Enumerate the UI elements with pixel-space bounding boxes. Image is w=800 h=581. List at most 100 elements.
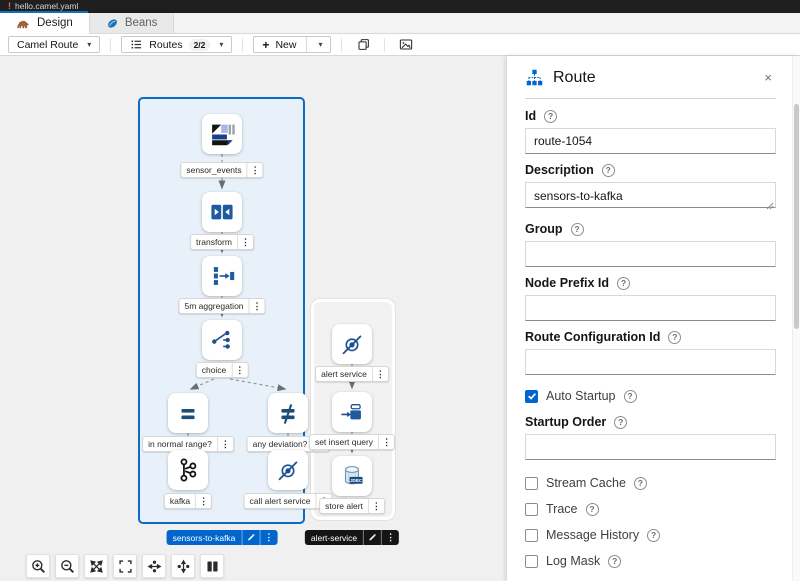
route-configuration-id-input[interactable]	[525, 349, 776, 375]
tab-beans[interactable]: Beans	[90, 13, 175, 33]
new-route-split-button[interactable]: + New ▾	[253, 36, 331, 53]
flow-type-dropdown[interactable]: Camel Route ▾	[8, 36, 100, 53]
vertical-layout-button[interactable]	[171, 554, 195, 578]
node-label-choice[interactable]: choice ⋮	[196, 362, 249, 378]
config-panel: Route × Id? Description? sensors-to-kafk…	[507, 56, 800, 581]
kebab-menu-icon[interactable]: ⋮	[217, 437, 233, 451]
route-list-icon	[130, 38, 143, 51]
kebab-menu-icon[interactable]: ⋮	[372, 367, 388, 381]
checkbox-unchecked-icon[interactable]	[525, 529, 538, 542]
file-tab[interactable]: ! hello.camel.yaml	[0, 0, 88, 13]
toolbar-divider	[242, 38, 243, 52]
tab-design[interactable]: Design	[0, 13, 90, 34]
help-icon[interactable]: ?	[608, 555, 621, 568]
kebab-menu-icon[interactable]: ⋮	[378, 435, 394, 449]
close-icon[interactable]: ×	[760, 69, 776, 86]
node-sensor-events[interactable]	[202, 114, 242, 154]
chevron-down-icon[interactable]: ▾	[318, 40, 322, 49]
checkbox-checked-icon[interactable]	[525, 390, 538, 403]
id-input[interactable]	[525, 128, 776, 154]
kebab-menu-icon[interactable]: ⋮	[247, 163, 263, 177]
node-kafka[interactable]	[168, 450, 208, 490]
export-image-button[interactable]	[395, 36, 417, 53]
zoom-in-button[interactable]	[26, 554, 50, 578]
zoom-in-icon	[30, 558, 47, 575]
help-icon[interactable]: ?	[614, 416, 627, 429]
routes-dropdown[interactable]: Routes 2/2 ▾	[121, 36, 232, 53]
horizontal-layout-button[interactable]	[142, 554, 166, 578]
copy-flow-button[interactable]	[352, 36, 374, 53]
help-icon[interactable]: ?	[544, 110, 557, 123]
checkbox-unchecked-icon[interactable]	[525, 503, 538, 516]
node-label-set-insert-query[interactable]: set insert query ⋮	[309, 434, 395, 450]
kebab-menu-icon[interactable]: ⋮	[237, 235, 253, 249]
checkbox-unchecked-icon[interactable]	[525, 555, 538, 568]
node-choice[interactable]	[202, 320, 242, 360]
panel-title: Route	[553, 69, 596, 87]
help-icon[interactable]: ?	[586, 503, 599, 516]
field-description: Description? sensors-to-kafka	[525, 163, 776, 213]
help-icon[interactable]: ?	[634, 477, 647, 490]
node-label-aggregation[interactable]: 5m aggregation ⋮	[178, 298, 265, 314]
kebab-menu-icon[interactable]: ⋮	[368, 499, 384, 513]
routes-count-badge: 2/2	[189, 39, 211, 51]
field-group: Group?	[525, 222, 776, 267]
startup-order-input[interactable]	[525, 434, 776, 460]
kebab-menu-icon[interactable]: ⋮	[249, 299, 265, 313]
toolbar-divider	[341, 38, 342, 52]
node-label-transform[interactable]: transform ⋮	[190, 234, 254, 250]
description-textarea[interactable]: sensors-to-kafka	[525, 182, 776, 208]
checkbox-stream-cache[interactable]: Stream Cache ?	[525, 476, 776, 490]
resize-grip-icon[interactable]	[766, 202, 774, 210]
zoom-out-button[interactable]	[55, 554, 79, 578]
image-icon	[398, 37, 414, 52]
reset-view-button[interactable]	[113, 554, 137, 578]
scrollbar-thumb[interactable]	[794, 104, 799, 329]
flow-canvas[interactable]: sensor_events ⋮ transform ⋮	[0, 56, 507, 581]
catalog-button[interactable]	[200, 554, 224, 578]
help-icon[interactable]: ?	[617, 277, 630, 290]
view-tabs: Design Beans	[0, 13, 800, 34]
node-call-alert-service[interactable]	[268, 450, 308, 490]
node-label-store-alert[interactable]: store alert ⋮	[319, 498, 385, 514]
help-icon[interactable]: ?	[602, 164, 615, 177]
checkbox-auto-startup[interactable]: Auto Startup ?	[525, 389, 776, 403]
toolbar-divider	[110, 38, 111, 52]
jdbc-database-icon: JDBC	[339, 463, 365, 489]
node-aggregation[interactable]	[202, 256, 242, 296]
route-id-badge-alert-service[interactable]: alert-service ⋮	[305, 530, 399, 545]
help-icon[interactable]: ?	[624, 390, 637, 403]
route-id-badge-sensors-to-kafka[interactable]: sensors-to-kafka ⋮	[167, 530, 278, 545]
canvas-controls	[26, 554, 224, 578]
node-when[interactable]	[168, 393, 208, 433]
help-icon[interactable]: ?	[571, 223, 584, 236]
checkbox-message-history[interactable]: Message History ?	[525, 528, 776, 542]
help-icon[interactable]: ?	[647, 529, 660, 542]
node-transform[interactable]	[202, 192, 242, 232]
checkbox-trace[interactable]: Trace ?	[525, 502, 776, 516]
group-input[interactable]	[525, 241, 776, 267]
fit-to-screen-button[interactable]	[84, 554, 108, 578]
field-route-configuration-id-label: Route Configuration Id	[525, 330, 660, 344]
horizontal-layout-icon	[146, 558, 163, 575]
aggregate-icon	[209, 263, 235, 289]
camel-icon	[16, 18, 31, 29]
node-label-alert-service[interactable]: alert service ⋮	[315, 366, 389, 382]
edit-route-id-button[interactable]	[363, 530, 381, 545]
kebab-menu-icon[interactable]: ⋮	[195, 494, 211, 508]
node-alert-service[interactable]	[332, 324, 372, 364]
edit-route-id-button[interactable]	[241, 530, 259, 545]
help-icon[interactable]: ?	[668, 331, 681, 344]
node-store-alert[interactable]: JDBC	[332, 456, 372, 496]
node-set-insert-query[interactable]	[332, 392, 372, 432]
checkbox-log-mask[interactable]: Log Mask ?	[525, 554, 776, 568]
panel-scrollbar[interactable]	[792, 56, 800, 581]
kebab-menu-icon[interactable]: ⋮	[381, 530, 399, 545]
node-label-kafka[interactable]: kafka ⋮	[164, 493, 212, 509]
node-label-sensor-events[interactable]: sensor_events ⋮	[180, 162, 263, 178]
checkbox-unchecked-icon[interactable]	[525, 477, 538, 490]
node-otherwise[interactable]	[268, 393, 308, 433]
node-prefix-id-input[interactable]	[525, 295, 776, 321]
kebab-menu-icon[interactable]: ⋮	[231, 363, 247, 377]
kebab-menu-icon[interactable]: ⋮	[259, 530, 277, 545]
